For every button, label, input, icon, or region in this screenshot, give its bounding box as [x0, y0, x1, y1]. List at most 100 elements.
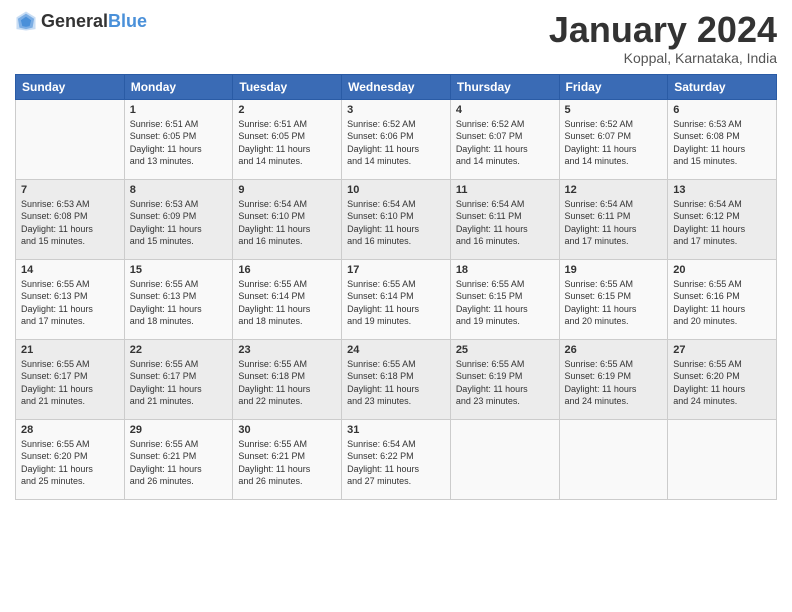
calendar-cell: 14 Sunrise: 6:55 AM Sunset: 6:13 PM Dayli…	[16, 259, 125, 339]
day-number: 15	[130, 264, 228, 276]
day-number: 1	[130, 104, 228, 116]
calendar-table: SundayMondayTuesdayWednesdayThursdayFrid…	[15, 74, 777, 500]
day-info: Sunrise: 6:55 AM Sunset: 6:18 PM Dayligh…	[238, 358, 336, 408]
day-info: Sunrise: 6:51 AM Sunset: 6:05 PM Dayligh…	[130, 118, 228, 168]
calendar-cell: 26Sunrise: 6:55 AM Sunset: 6:19 PM Dayli…	[559, 339, 668, 419]
day-info: Sunrise: 6:55 AM Sunset: 6:15 PM Dayligh…	[565, 278, 663, 328]
logo-general: General	[41, 11, 108, 31]
day-info: Sunrise: 6:52 AM Sunset: 6:06 PM Dayligh…	[347, 118, 445, 168]
day-number: 30	[238, 424, 336, 436]
calendar-cell: 23 Sunrise: 6:55 AM Sunset: 6:18 PM Dayli…	[233, 339, 342, 419]
day-number: 22	[130, 344, 228, 356]
calendar-cell: 11 Sunrise: 6:54 AM Sunset: 6:11 PM Dayli…	[450, 179, 559, 259]
day-number: 18	[456, 264, 554, 276]
calendar-cell: 29 Sunrise: 6:55 AM Sunset: 6:21 PM Dayli…	[124, 419, 233, 499]
calendar-cell: 22 Sunrise: 6:55 AM Sunset: 6:17 PM Dayli…	[124, 339, 233, 419]
calendar-cell	[450, 419, 559, 499]
day-number: 31	[347, 424, 445, 436]
calendar-cell: 2 Sunrise: 6:51 AM Sunset: 6:05 PM Daylig…	[233, 99, 342, 179]
calendar-cell: 30 Sunrise: 6:55 AM Sunset: 6:21 PM Dayli…	[233, 419, 342, 499]
calendar-cell	[668, 419, 777, 499]
calendar-cell: 27Sunrise: 6:55 AM Sunset: 6:20 PM Dayli…	[668, 339, 777, 419]
logo: GeneralBlue	[15, 10, 147, 32]
day-info: Sunrise: 6:55 AM Sunset: 6:17 PM Dayligh…	[21, 358, 119, 408]
weekday-friday: Friday	[559, 74, 668, 99]
calendar-cell: 18 Sunrise: 6:55 AM Sunset: 6:15 PM Dayli…	[450, 259, 559, 339]
calendar-cell: 28Sunrise: 6:55 AM Sunset: 6:20 PM Dayli…	[16, 419, 125, 499]
weekday-thursday: Thursday	[450, 74, 559, 99]
day-info: Sunrise: 6:54 AM Sunset: 6:11 PM Dayligh…	[565, 198, 663, 248]
day-number: 7	[21, 184, 119, 196]
day-number: 2	[238, 104, 336, 116]
day-number: 11	[456, 184, 554, 196]
header: GeneralBlue January 2024 Koppal, Karnata…	[15, 10, 777, 66]
day-number: 29	[130, 424, 228, 436]
page: GeneralBlue January 2024 Koppal, Karnata…	[0, 0, 792, 612]
day-number: 12	[565, 184, 663, 196]
calendar-cell: 9Sunrise: 6:54 AM Sunset: 6:10 PM Daylig…	[233, 179, 342, 259]
calendar-cell: 7Sunrise: 6:53 AM Sunset: 6:08 PM Daylig…	[16, 179, 125, 259]
calendar-cell: 31 Sunrise: 6:54 AM Sunset: 6:22 PM Dayli…	[342, 419, 451, 499]
day-info: Sunrise: 6:55 AM Sunset: 6:14 PM Dayligh…	[238, 278, 336, 328]
calendar-cell: 10 Sunrise: 6:54 AM Sunset: 6:10 PM Dayli…	[342, 179, 451, 259]
week-row-5: 28Sunrise: 6:55 AM Sunset: 6:20 PM Dayli…	[16, 419, 777, 499]
calendar-cell: 12 Sunrise: 6:54 AM Sunset: 6:11 PM Dayli…	[559, 179, 668, 259]
weekday-wednesday: Wednesday	[342, 74, 451, 99]
calendar-cell: 15Sunrise: 6:55 AM Sunset: 6:13 PM Dayli…	[124, 259, 233, 339]
day-info: Sunrise: 6:55 AM Sunset: 6:20 PM Dayligh…	[673, 358, 771, 408]
calendar-cell: 5 Sunrise: 6:52 AM Sunset: 6:07 PM Daylig…	[559, 99, 668, 179]
day-info: Sunrise: 6:55 AM Sunset: 6:21 PM Dayligh…	[130, 438, 228, 488]
day-number: 8	[130, 184, 228, 196]
day-info: Sunrise: 6:54 AM Sunset: 6:11 PM Dayligh…	[456, 198, 554, 248]
day-number: 5	[565, 104, 663, 116]
week-row-2: 7Sunrise: 6:53 AM Sunset: 6:08 PM Daylig…	[16, 179, 777, 259]
day-number: 10	[347, 184, 445, 196]
day-info: Sunrise: 6:55 AM Sunset: 6:14 PM Dayligh…	[347, 278, 445, 328]
calendar-cell: 8 Sunrise: 6:53 AM Sunset: 6:09 PM Daylig…	[124, 179, 233, 259]
generalblue-icon	[15, 10, 37, 32]
day-info: Sunrise: 6:55 AM Sunset: 6:18 PM Dayligh…	[347, 358, 445, 408]
calendar-cell: 13Sunrise: 6:54 AM Sunset: 6:12 PM Dayli…	[668, 179, 777, 259]
calendar-cell: 25Sunrise: 6:55 AM Sunset: 6:19 PM Dayli…	[450, 339, 559, 419]
day-info: Sunrise: 6:54 AM Sunset: 6:10 PM Dayligh…	[347, 198, 445, 248]
day-info: Sunrise: 6:55 AM Sunset: 6:16 PM Dayligh…	[673, 278, 771, 328]
calendar-cell: 3 Sunrise: 6:52 AM Sunset: 6:06 PM Daylig…	[342, 99, 451, 179]
day-number: 23	[238, 344, 336, 356]
logo-text: GeneralBlue	[41, 11, 147, 32]
month-title: January 2024	[549, 10, 777, 50]
weekday-header-row: SundayMondayTuesdayWednesdayThursdayFrid…	[16, 74, 777, 99]
day-info: Sunrise: 6:52 AM Sunset: 6:07 PM Dayligh…	[456, 118, 554, 168]
day-info: Sunrise: 6:53 AM Sunset: 6:09 PM Dayligh…	[130, 198, 228, 248]
day-info: Sunrise: 6:54 AM Sunset: 6:12 PM Dayligh…	[673, 198, 771, 248]
day-info: Sunrise: 6:52 AM Sunset: 6:07 PM Dayligh…	[565, 118, 663, 168]
day-number: 28	[21, 424, 119, 436]
week-row-3: 14 Sunrise: 6:55 AM Sunset: 6:13 PM Dayli…	[16, 259, 777, 339]
calendar-cell: 4 Sunrise: 6:52 AM Sunset: 6:07 PM Daylig…	[450, 99, 559, 179]
day-info: Sunrise: 6:55 AM Sunset: 6:15 PM Dayligh…	[456, 278, 554, 328]
day-number: 6	[673, 104, 771, 116]
calendar-cell	[559, 419, 668, 499]
day-number: 3	[347, 104, 445, 116]
weekday-tuesday: Tuesday	[233, 74, 342, 99]
day-number: 19	[565, 264, 663, 276]
day-info: Sunrise: 6:55 AM Sunset: 6:13 PM Dayligh…	[21, 278, 119, 328]
day-info: Sunrise: 6:54 AM Sunset: 6:22 PM Dayligh…	[347, 438, 445, 488]
day-number: 17	[347, 264, 445, 276]
day-number: 9	[238, 184, 336, 196]
calendar-cell: 21 Sunrise: 6:55 AM Sunset: 6:17 PM Dayli…	[16, 339, 125, 419]
week-row-4: 21 Sunrise: 6:55 AM Sunset: 6:17 PM Dayli…	[16, 339, 777, 419]
calendar-cell: 6Sunrise: 6:53 AM Sunset: 6:08 PM Daylig…	[668, 99, 777, 179]
day-number: 21	[21, 344, 119, 356]
calendar-cell: 1 Sunrise: 6:51 AM Sunset: 6:05 PM Daylig…	[124, 99, 233, 179]
day-number: 26	[565, 344, 663, 356]
day-info: Sunrise: 6:51 AM Sunset: 6:05 PM Dayligh…	[238, 118, 336, 168]
day-number: 4	[456, 104, 554, 116]
day-info: Sunrise: 6:55 AM Sunset: 6:19 PM Dayligh…	[456, 358, 554, 408]
day-number: 14	[21, 264, 119, 276]
day-number: 20	[673, 264, 771, 276]
weekday-monday: Monday	[124, 74, 233, 99]
day-info: Sunrise: 6:55 AM Sunset: 6:21 PM Dayligh…	[238, 438, 336, 488]
calendar-cell: 20 Sunrise: 6:55 AM Sunset: 6:16 PM Dayli…	[668, 259, 777, 339]
location: Koppal, Karnataka, India	[549, 50, 777, 66]
day-info: Sunrise: 6:55 AM Sunset: 6:17 PM Dayligh…	[130, 358, 228, 408]
